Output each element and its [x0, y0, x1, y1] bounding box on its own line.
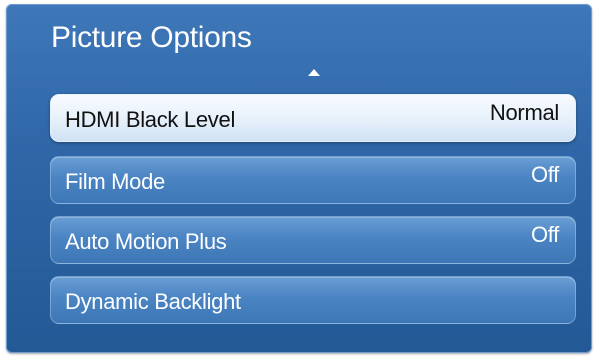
menu-item-dynamic-backlight[interactable]: Dynamic Backlight: [50, 276, 576, 324]
menu-item-label: Film Mode: [65, 169, 165, 194]
menu-item-hdmi-black-level[interactable]: HDMI Black Level Normal: [50, 94, 576, 142]
menu-item-label: Auto Motion Plus: [65, 229, 227, 254]
menu-item-value: Normal: [489, 100, 559, 125]
picture-options-panel: Picture Options HDMI Black Level Normal …: [6, 4, 592, 353]
menu-item-label: HDMI Black Level: [65, 107, 236, 132]
menu-item-label: Dynamic Backlight: [65, 289, 241, 314]
menu-item-auto-motion-plus[interactable]: Auto Motion Plus Off: [50, 216, 576, 264]
menu-item-value: Off: [530, 162, 559, 187]
menu-item-value: Off: [530, 222, 559, 247]
menu-item-film-mode[interactable]: Film Mode Off: [50, 156, 576, 204]
panel-title: Picture Options: [51, 21, 252, 54]
scroll-up-arrow-icon[interactable]: [308, 69, 320, 76]
